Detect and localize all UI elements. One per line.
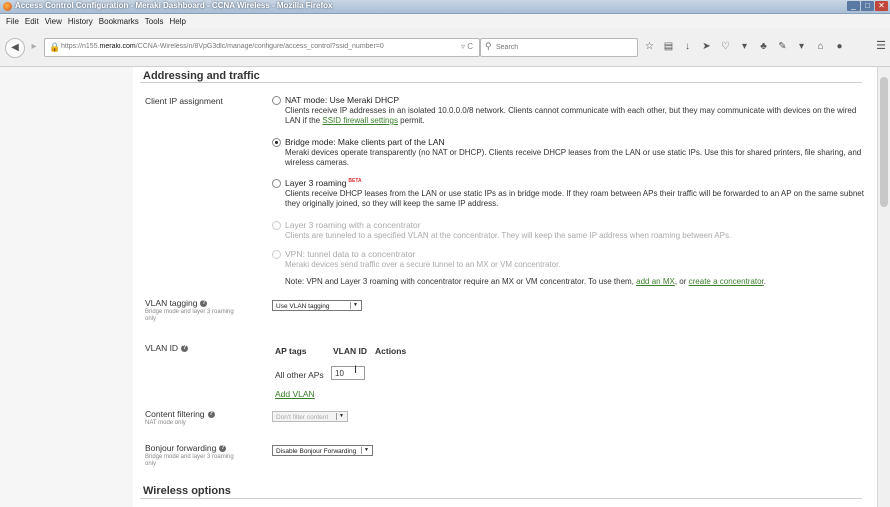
window-titlebar: Access Control Configuration - Meraki Da…	[0, 0, 890, 14]
option-layer3-roaming[interactable]: Layer 3 roaming BETA Clients receive DHCP…	[272, 178, 872, 208]
help-icon[interactable]: ?	[200, 300, 208, 308]
add-vlan-link[interactable]: Add VLAN	[275, 389, 315, 399]
radio-layer3-concentrator	[272, 221, 281, 230]
toolbar-icons: ☆ ▤ ↓ ➤ ♡ ▾ ♣ ✎ ▾ ⌂ ●	[640, 38, 849, 55]
url-bar[interactable]: 🔒 https://n155.meraki.com/CCNA-Wireless/…	[44, 38, 480, 57]
scrollbar-thumb[interactable]	[880, 77, 888, 207]
text-cursor-icon: I	[354, 364, 358, 376]
option-bridge-mode[interactable]: Bridge mode: Make clients part of the LA…	[272, 137, 872, 167]
menu-file[interactable]: File	[6, 17, 19, 26]
page-scrollbar[interactable]	[877, 67, 890, 507]
lock-icon: 🔒	[49, 42, 61, 52]
back-arrow-icon[interactable]: ◀	[5, 38, 25, 58]
option-vpn-tunnel: VPN: tunnel data to a concentrator Merak…	[272, 249, 872, 271]
header-ap-tags: AP tags	[275, 346, 307, 356]
beta-badge: BETA	[348, 178, 362, 185]
bonjour-sub: Bridge mode and layer 3 roaming only	[145, 454, 234, 467]
help-icon[interactable]: ?	[219, 445, 227, 453]
content-filtering-sub: NAT mode only	[145, 420, 186, 426]
help-icon[interactable]: ?	[207, 411, 215, 419]
create-concentrator-link[interactable]: create a concentrator	[689, 277, 764, 286]
minimize-button[interactable]: _	[847, 1, 860, 11]
search-bar[interactable]: ⚲	[480, 38, 638, 57]
divider	[140, 498, 862, 499]
navigation-toolbar: ◀ ▸ 🔒 https://n155.meraki.com/CCNA-Wirel…	[0, 28, 890, 67]
radio-layer3-roaming[interactable]	[272, 179, 281, 188]
option-title: NAT mode: Use Meraki DHCP	[285, 95, 399, 105]
url-text[interactable]: https://n155.meraki.com/CCNA-Wireless/n/…	[61, 43, 421, 50]
firefox-logo-icon	[3, 2, 12, 11]
section-title-addressing: Addressing and traffic	[143, 70, 260, 82]
menu-help[interactable]: Help	[169, 17, 185, 26]
add-mx-link[interactable]: add an MX	[636, 277, 675, 286]
close-button[interactable]: ✕	[875, 1, 888, 11]
header-vlan-id: VLAN ID	[333, 346, 367, 356]
option-title: VPN: tunnel data to a concentrator	[285, 249, 416, 259]
menu-history[interactable]: History	[68, 17, 93, 26]
option-desc: Clients receive IP addresses in an isola…	[285, 106, 857, 125]
client-ip-label: Client IP assignment	[145, 96, 223, 106]
divider	[140, 82, 862, 83]
search-input[interactable]	[496, 41, 631, 53]
radio-nat-mode[interactable]	[272, 96, 281, 105]
maximize-button[interactable]: □	[861, 1, 874, 11]
pencil-icon[interactable]: ✎	[773, 38, 792, 55]
option-nat-mode[interactable]: NAT mode: Use Meraki DHCP Clients receiv…	[272, 95, 872, 125]
option-desc: Clients receive DHCP leases from the LAN…	[285, 189, 864, 208]
section-title-wireless: Wireless options	[143, 485, 231, 497]
chevron-down-icon: ▼	[361, 447, 371, 454]
dropdown-icon[interactable]: ▾	[792, 38, 811, 55]
bookmark-star-icon[interactable]: ☆	[640, 38, 659, 55]
menu-bar: File Edit View History Bookmarks Tools H…	[0, 14, 890, 28]
option-title: Layer 3 roaming BETA	[285, 178, 362, 188]
option-title: Layer 3 roaming with a concentrator	[285, 220, 421, 230]
reading-list-icon[interactable]: ▤	[659, 38, 678, 55]
content-filtering-select: Don't filter content ▼	[272, 411, 348, 422]
bonjour-select[interactable]: Disable Bonjour Forwarding ▼	[272, 445, 373, 456]
menu-view[interactable]: View	[45, 17, 62, 26]
bonjour-label: Bonjour forwarding?	[145, 443, 227, 453]
option-desc: Meraki devices send traffic over a secur…	[285, 260, 561, 269]
home-icon[interactable]: ⌂	[811, 38, 830, 55]
menu-hamburger-icon[interactable]: ☰	[876, 39, 886, 52]
option-title: Bridge mode: Make clients part of the LA…	[285, 137, 445, 147]
pocket-icon[interactable]: ♡	[716, 38, 735, 55]
option-desc: Clients are tunneled to a specified VLAN…	[285, 231, 732, 240]
send-icon[interactable]: ➤	[697, 38, 716, 55]
reload-icon[interactable]: ▿ C	[461, 42, 473, 51]
vlan-tagging-label: VLAN tagging?	[145, 298, 208, 308]
vlan-tagging-select[interactable]: Use VLAN tagging ▼	[272, 300, 362, 311]
chevron-down-icon: ▼	[350, 302, 360, 309]
menu-tools[interactable]: Tools	[145, 17, 164, 26]
vlan-id-input[interactable]: 10	[331, 366, 365, 380]
menu-bookmarks[interactable]: Bookmarks	[99, 17, 139, 26]
extension-icon[interactable]: ♣	[754, 38, 773, 55]
vlan-tagging-sub: Bridge mode and layer 3 roaming only	[145, 309, 234, 322]
option-layer3-concentrator: Layer 3 roaming with a concentrator Clie…	[272, 220, 872, 242]
chat-icon[interactable]: ●	[830, 38, 849, 55]
radio-bridge-mode[interactable]	[272, 138, 281, 147]
radio-vpn-tunnel	[272, 250, 281, 259]
left-nav-area	[0, 67, 133, 507]
help-icon[interactable]: ?	[181, 345, 189, 353]
dropdown-icon[interactable]: ▾	[735, 38, 754, 55]
option-desc: Meraki devices operate transparently (no…	[285, 148, 862, 167]
concentrator-note: Note: VPN and Layer 3 roaming with conce…	[285, 277, 767, 286]
row-label-all-aps: All other APs	[275, 370, 324, 380]
chevron-down-icon: ▼	[336, 413, 346, 420]
window-title: Access Control Configuration - Meraki Da…	[15, 1, 333, 10]
download-icon[interactable]: ↓	[678, 38, 697, 55]
content-filtering-label: Content filtering?	[145, 409, 215, 419]
search-icon: ⚲	[485, 41, 492, 51]
ssid-firewall-link[interactable]: SSID firewall settings	[322, 116, 398, 125]
forward-arrow-icon[interactable]: ▸	[25, 38, 43, 56]
menu-edit[interactable]: Edit	[25, 17, 39, 26]
page-content: Addressing and traffic Client IP assignm…	[0, 67, 878, 507]
window-controls: _ □ ✕	[847, 1, 888, 11]
vlan-id-label: VLAN ID?	[145, 343, 189, 353]
header-actions: Actions	[375, 346, 407, 356]
